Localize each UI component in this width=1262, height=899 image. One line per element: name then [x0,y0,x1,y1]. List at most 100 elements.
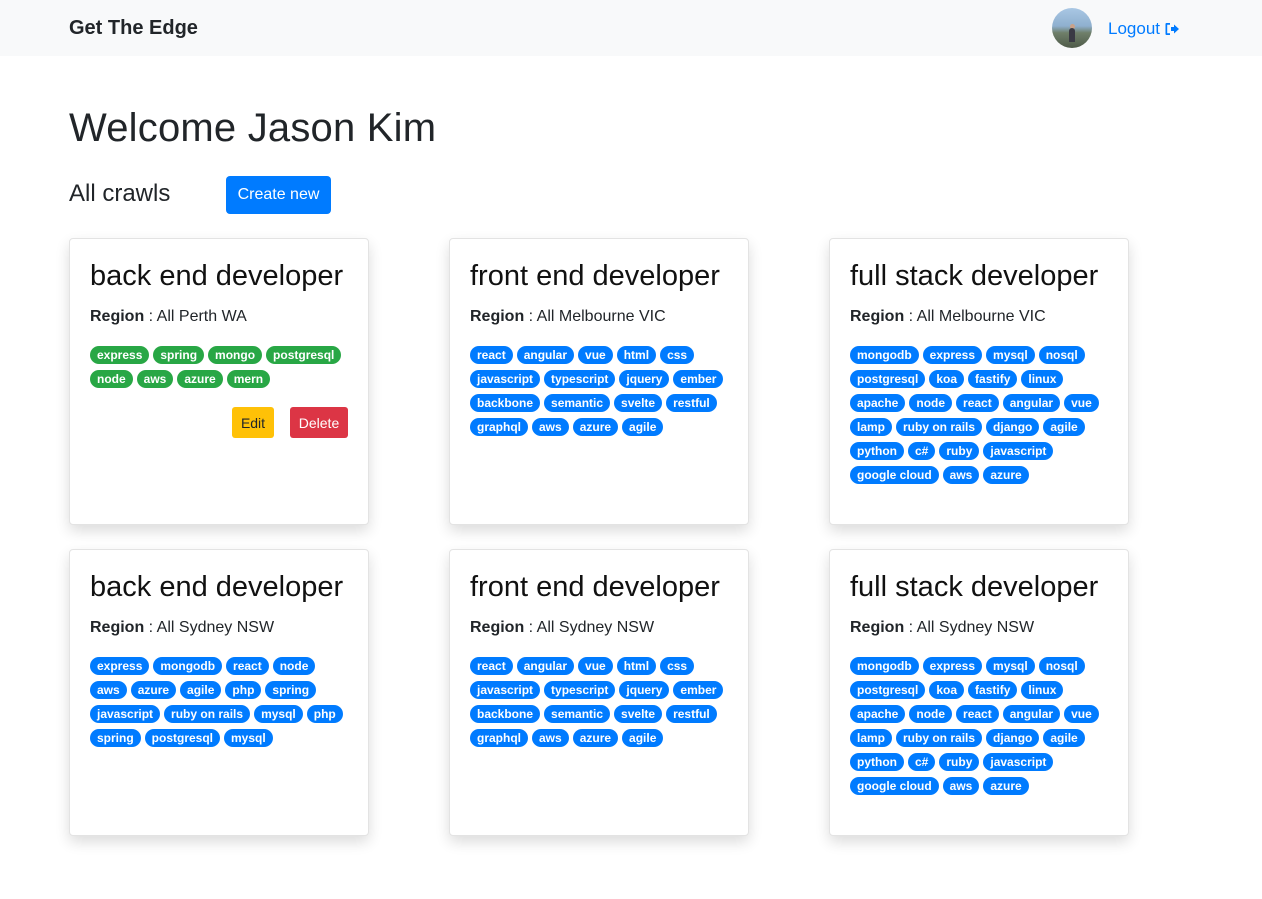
tag-badge: spring [265,680,317,699]
tag-badge: vue [1064,393,1099,412]
tag-badge: mongodb [850,345,919,364]
tag-badge: fastify [968,680,1018,699]
card-region: Region : All Sydney NSW [470,619,728,637]
tag-badge: react [226,656,269,675]
tag-badge: aws [532,728,569,747]
card-region: Region : All Sydney NSW [90,619,348,637]
tag-badge: aws [136,369,174,388]
sign-out-icon [1165,23,1179,35]
tag-badge: mysql [986,656,1035,675]
region-label: Region [90,307,145,325]
tag-badge: django [986,728,1040,747]
card-actions: Edit Delete [232,407,348,438]
tag-badge: svelte [614,393,663,412]
crawl-card: full stack developer Region : All Sydney … [829,549,1129,836]
tag-badge: backbone [470,704,541,723]
tag-badge: aws [942,776,980,795]
tag-badge: angular [516,345,575,364]
tag-badge: javascript [983,441,1054,460]
tag-badge: google cloud [850,776,939,795]
tag-badge: lamp [850,728,893,747]
tag-badge: graphql [470,417,528,436]
tag-badge: css [660,656,695,675]
tag-list: mongodb express mysql nosql postgresql koa fas… [850,345,1112,484]
logout-link[interactable]: Logout [1108,19,1180,39]
edit-button[interactable]: Edit [232,407,274,438]
section-title: All crawls [69,180,171,207]
region-separator: : [144,307,157,325]
region-separator: : [904,618,917,636]
tag-badge: django [986,417,1040,436]
region-value: All Melbourne VIC [536,307,666,325]
tag-badge: html [616,656,657,675]
card-title: full stack developer [850,260,1099,292]
tag-badge: aws [90,680,127,699]
card-region: Region : All Sydney NSW [850,619,1108,637]
tag-badge: agile [1043,417,1085,436]
crawl-card: back end developer Region : All Sydney NS… [69,549,369,836]
card-region: Region : All Melbourne VIC [470,308,728,326]
tag-badge: linux [1021,680,1064,699]
crawl-card: full stack developer Region : All Melbour… [829,238,1129,525]
region-separator: : [904,307,917,325]
card-title: back end developer [90,260,344,292]
tag-badge: node [90,369,133,388]
crawl-card: front end developer Region : All Melbourn… [449,238,749,525]
tag-badge: html [616,345,657,364]
tag-badge: mysql [224,728,273,747]
tag-badge: azure [130,680,177,699]
avatar[interactable] [1052,8,1092,48]
tag-badge: restful [666,704,717,723]
tag-badge: express [922,656,983,675]
tag-badge: azure [983,465,1029,484]
tag-badge: ruby [939,441,980,460]
region-value: All Sydney NSW [156,618,275,636]
region-label: Region [850,307,905,325]
tag-badge: graphql [470,728,528,747]
tag-badge: javascript [470,680,541,699]
brand-link[interactable]: Get The Edge [69,17,198,40]
crawl-card: front end developer Region : All Sydney N… [449,549,749,836]
tag-badge: python [850,752,904,771]
region-label: Region [470,307,525,325]
create-new-button[interactable]: Create new [226,176,331,214]
tag-badge: azure [983,776,1029,795]
tag-badge: spring [153,345,205,364]
tag-badge: google cloud [850,465,939,484]
region-value: All Melbourne VIC [916,307,1046,325]
tag-badge: css [660,345,695,364]
delete-button[interactable]: Delete [290,407,348,438]
region-separator: : [144,618,157,636]
tag-badge: express [922,345,983,364]
tag-badge: angular [1002,393,1061,412]
tag-badge: vue [578,656,613,675]
tag-badge: javascript [983,752,1054,771]
tag-badge: react [470,656,513,675]
card-title: full stack developer [850,571,1099,603]
region-label: Region [850,618,905,636]
tag-badge: mongo [208,345,263,364]
tag-badge: node [909,704,953,723]
tag-badge: postgresql [850,369,926,388]
tag-badge: mongodb [850,656,919,675]
tag-badge: agile [180,680,222,699]
region-value: All Sydney NSW [536,618,655,636]
tag-badge: c# [908,441,936,460]
crawl-card: back end developer Region : All Perth WA e… [69,238,369,525]
tag-badge: nosql [1038,345,1085,364]
tag-badge: backbone [470,393,541,412]
tag-badge: node [272,656,316,675]
tag-badge: php [306,704,343,723]
region-separator: : [524,618,537,636]
tag-badge: vue [578,345,613,364]
tag-badge: angular [516,656,575,675]
tag-badge: ruby on rails [896,417,983,436]
tag-badge: ember [673,369,724,388]
tag-badge: javascript [470,369,541,388]
tag-badge: restful [666,393,717,412]
region-label: Region [470,618,525,636]
tag-badge: ember [673,680,724,699]
tag-badge: express [90,345,150,364]
tag-list: react angular vue html css javascript typescri… [470,656,732,747]
tag-badge: aws [532,417,569,436]
